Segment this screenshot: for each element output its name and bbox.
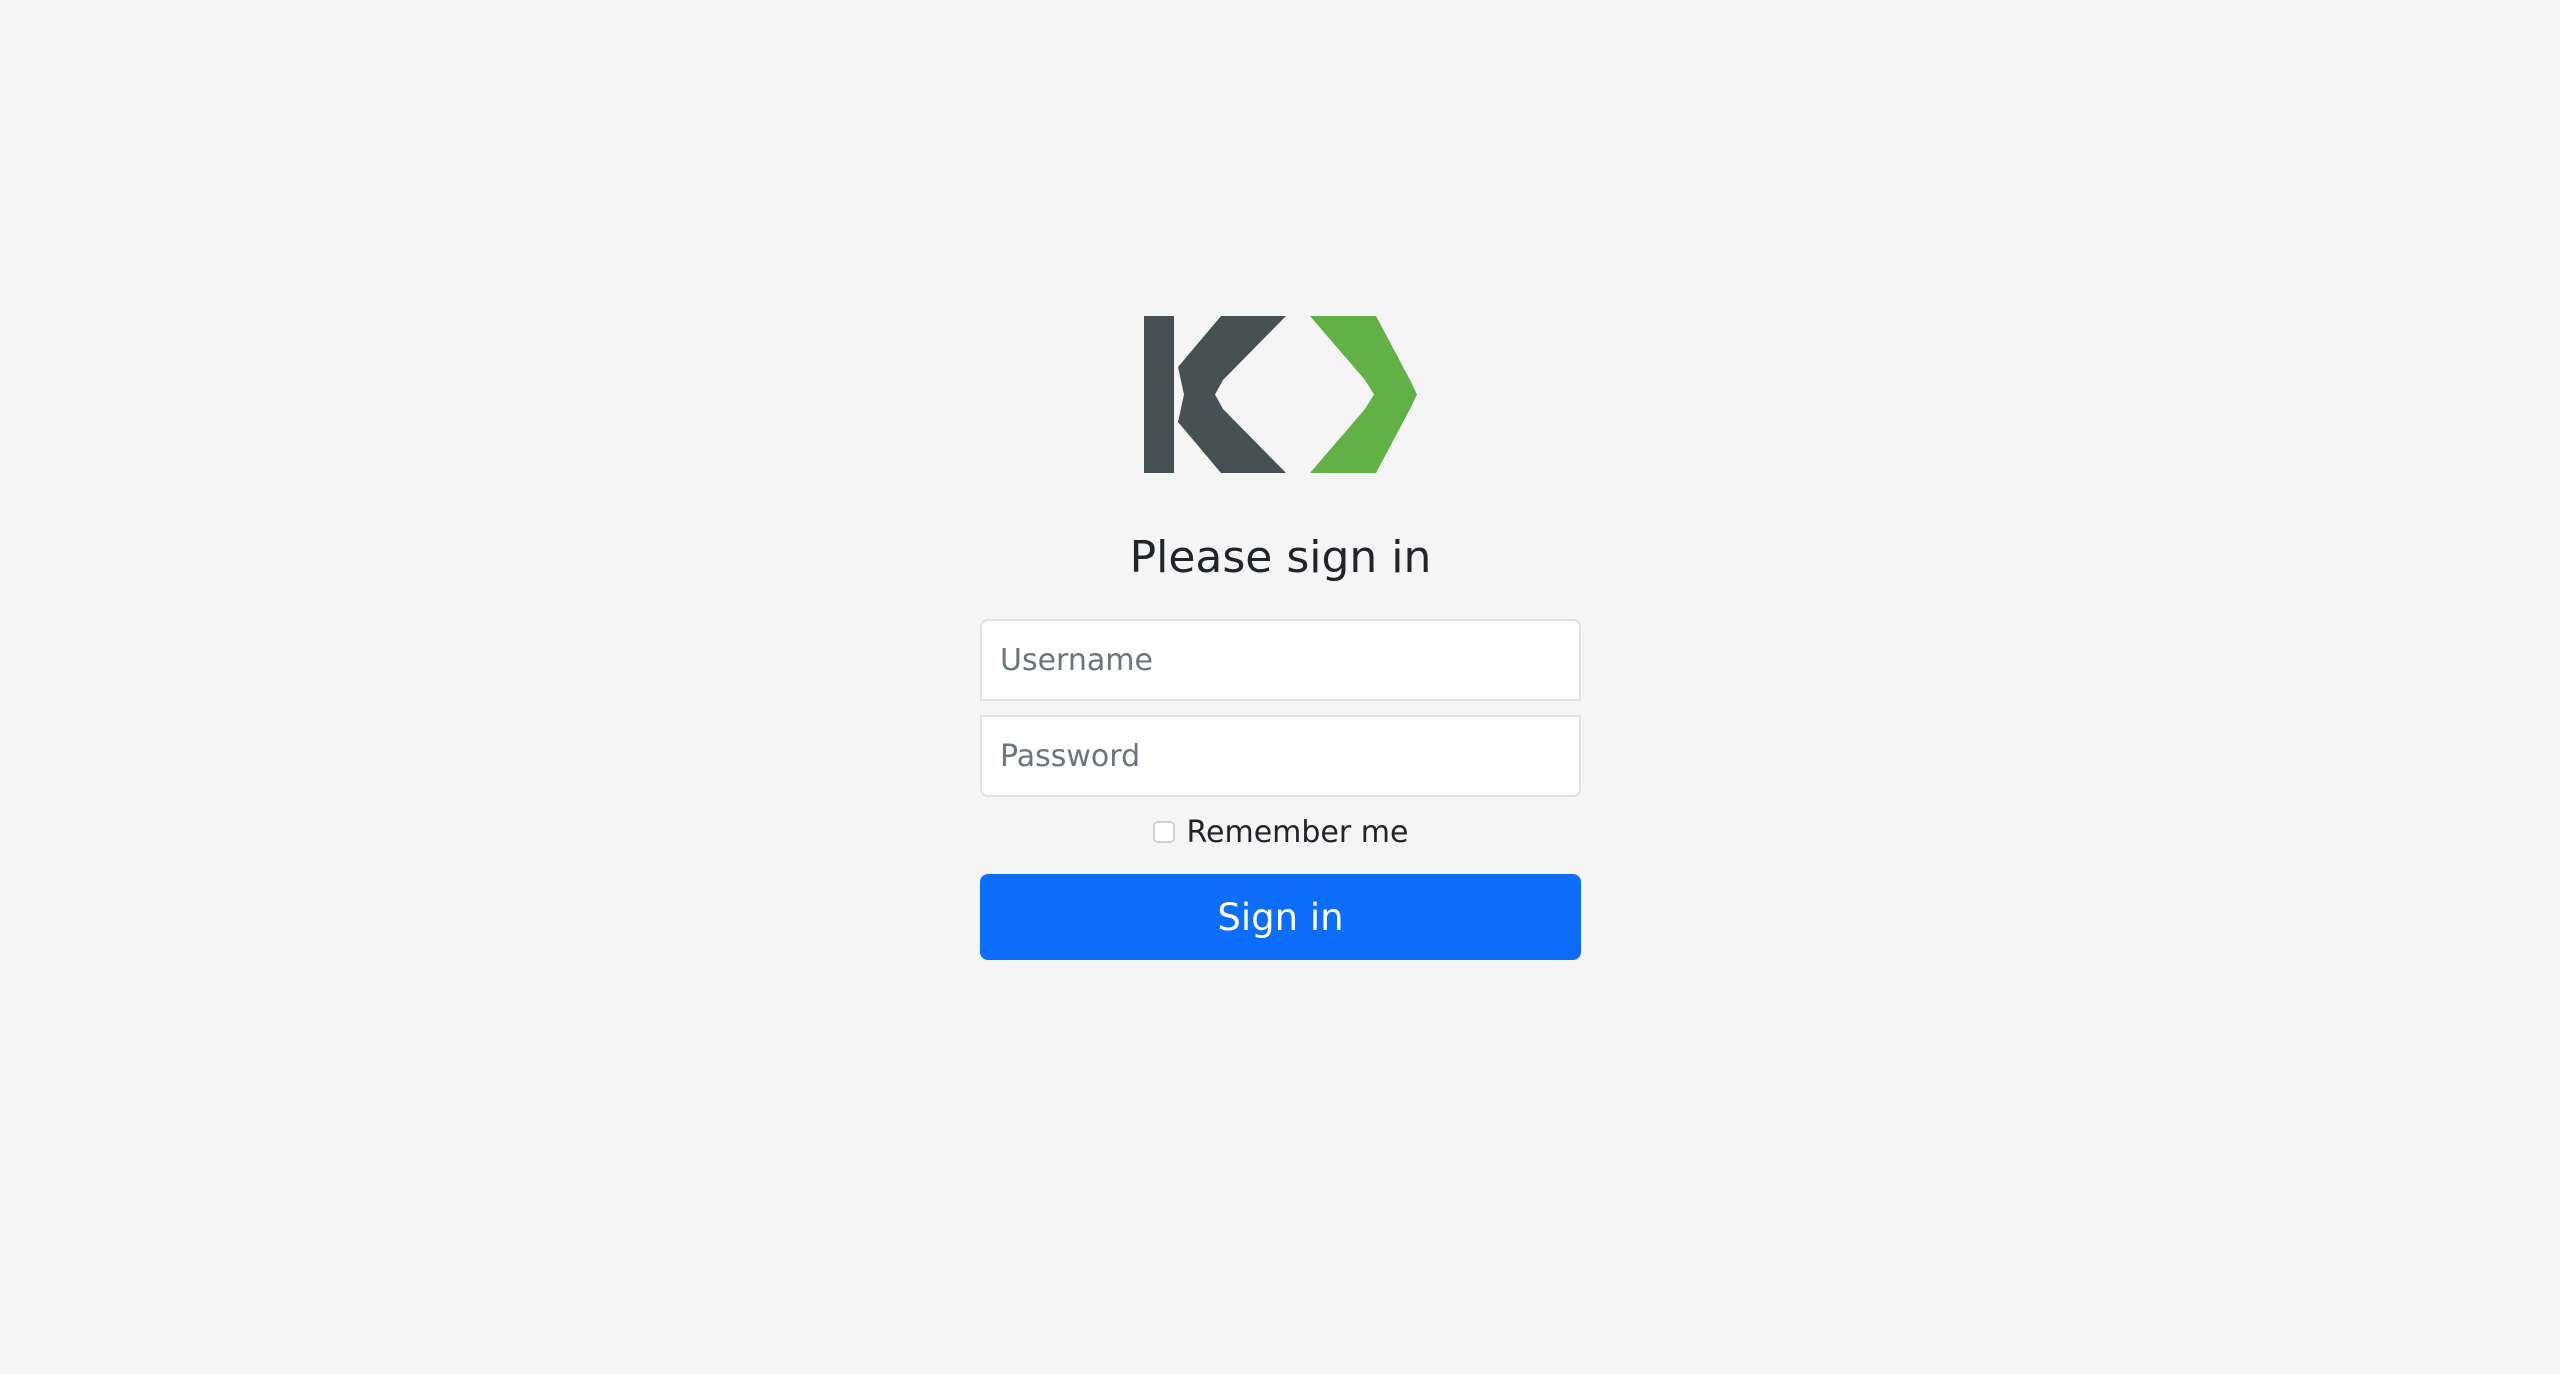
- sign-in-button[interactable]: Sign in: [980, 874, 1581, 960]
- remember-me-checkbox[interactable]: [1152, 821, 1175, 843]
- remember-me-label: Remember me: [1186, 814, 1409, 850]
- remember-me-row[interactable]: Remember me: [980, 810, 1581, 854]
- logo-left-chevron: [1178, 316, 1286, 473]
- logo-bar: [1144, 316, 1174, 473]
- page-title: Please sign in: [1129, 532, 1432, 583]
- username-field[interactable]: [980, 619, 1581, 701]
- password-field[interactable]: [980, 715, 1581, 797]
- logo-icon: [1144, 316, 1417, 473]
- logo-right-chevron: [1310, 316, 1417, 473]
